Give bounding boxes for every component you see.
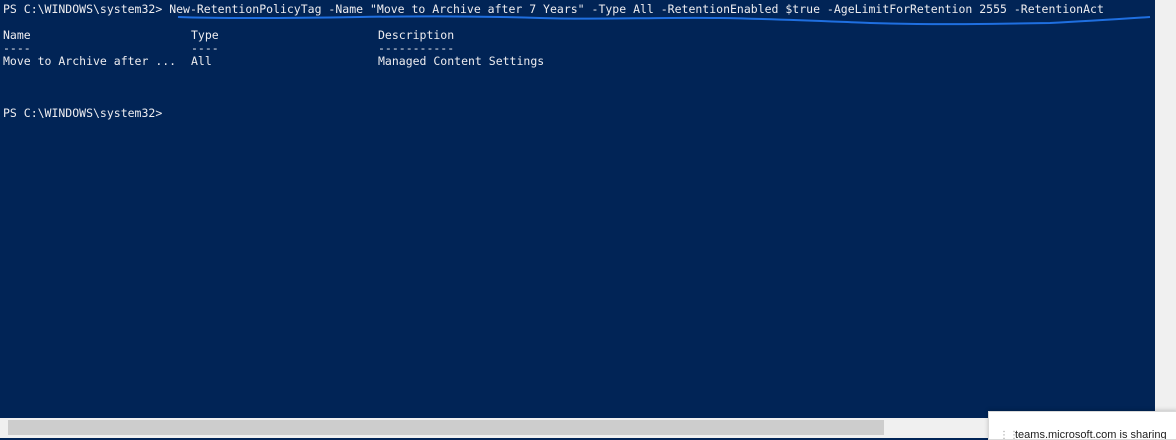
underline-annotation — [177, 15, 1151, 26]
prompt-line-2: PS C:\WINDOWS\system32> — [3, 106, 163, 120]
powershell-console[interactable]: PS C:\WINDOWS\system32> New-RetentionPol… — [0, 0, 1155, 418]
horizontal-scrollbar[interactable] — [0, 418, 1155, 438]
row-type: All — [191, 54, 212, 68]
row-name: Move to Archive after ... — [3, 54, 177, 68]
scroll-left-area[interactable] — [0, 418, 8, 438]
vertical-scrollbar[interactable] — [1155, 0, 1176, 418]
row-description: Managed Content Settings — [378, 54, 545, 68]
sharing-notification-text: teams.microsoft.com is sharing — [1015, 429, 1167, 440]
horizontal-scroll-thumb[interactable] — [8, 420, 884, 435]
sharing-notification[interactable]: ⋮⋮ teams.microsoft.com is sharing — [988, 411, 1176, 440]
